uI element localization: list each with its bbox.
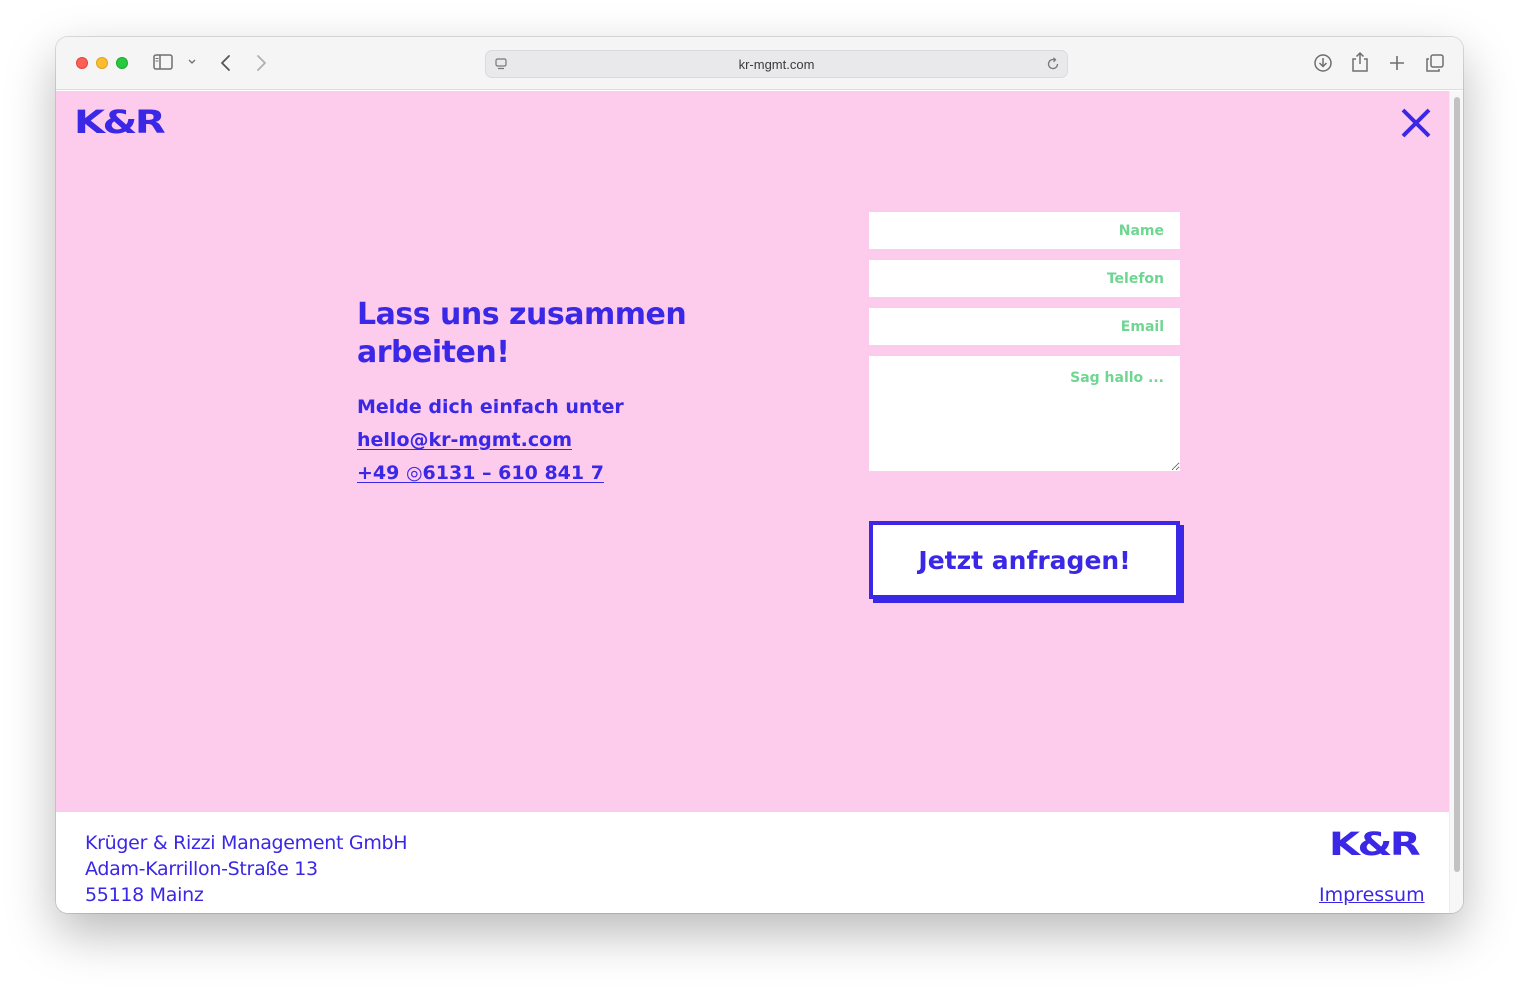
share-icon[interactable]	[1351, 51, 1369, 73]
footer-company: Krüger & Rizzi Management GmbH	[85, 832, 408, 854]
site-footer: Krüger & Rizzi Management GmbH Adam-Karr…	[56, 812, 1449, 913]
page-viewport: K&R Lass uns zusammen arbeiten! Melde di…	[56, 91, 1449, 913]
url-text: kr-mgmt.com	[738, 57, 815, 72]
footer-city: 55118 Mainz	[85, 884, 204, 906]
footer-street: Adam-Karrillon-Straße 13	[85, 858, 318, 880]
plus-icon[interactable]	[1388, 54, 1406, 72]
close-icon[interactable]	[1398, 105, 1434, 141]
tabs-icon[interactable]	[1425, 53, 1445, 73]
chevron-down-icon[interactable]	[187, 58, 197, 66]
contact-headline: Lass uns zusammen arbeiten!	[357, 297, 687, 370]
email-field[interactable]	[869, 308, 1180, 345]
sidebar-icon[interactable]	[153, 54, 173, 70]
submit-button[interactable]: Jetzt anfragen!	[869, 521, 1180, 599]
contact-overlay: K&R Lass uns zusammen arbeiten! Melde di…	[56, 91, 1449, 812]
site-logo[interactable]: K&R	[74, 103, 166, 141]
scrollbar[interactable]	[1449, 91, 1463, 913]
address-bar[interactable]: kr-mgmt.com	[485, 50, 1068, 78]
name-field[interactable]	[869, 212, 1180, 249]
impressum-link[interactable]: Impressum	[1319, 884, 1425, 906]
footer-logo[interactable]: K&R	[1329, 825, 1421, 863]
reload-icon[interactable]	[1045, 56, 1061, 77]
contact-intro: Melde dich einfach unter	[357, 396, 624, 418]
message-field[interactable]	[869, 356, 1180, 471]
phone-link[interactable]: +49 ◎6131 – 610 841 7	[357, 462, 604, 484]
download-icon[interactable]	[1313, 53, 1333, 73]
back-icon[interactable]	[219, 54, 233, 72]
zoom-window-button[interactable]	[116, 57, 128, 69]
forward-icon[interactable]	[254, 54, 268, 72]
close-window-button[interactable]	[76, 57, 88, 69]
minimize-window-button[interactable]	[96, 57, 108, 69]
browser-window: kr-mgmt.com K&R Lass uns zusammen arbeit…	[56, 37, 1463, 913]
browser-toolbar: kr-mgmt.com	[56, 37, 1463, 90]
phone-field[interactable]	[869, 260, 1180, 297]
scrollbar-thumb[interactable]	[1454, 97, 1460, 872]
email-link[interactable]: hello@kr-mgmt.com	[357, 429, 572, 451]
